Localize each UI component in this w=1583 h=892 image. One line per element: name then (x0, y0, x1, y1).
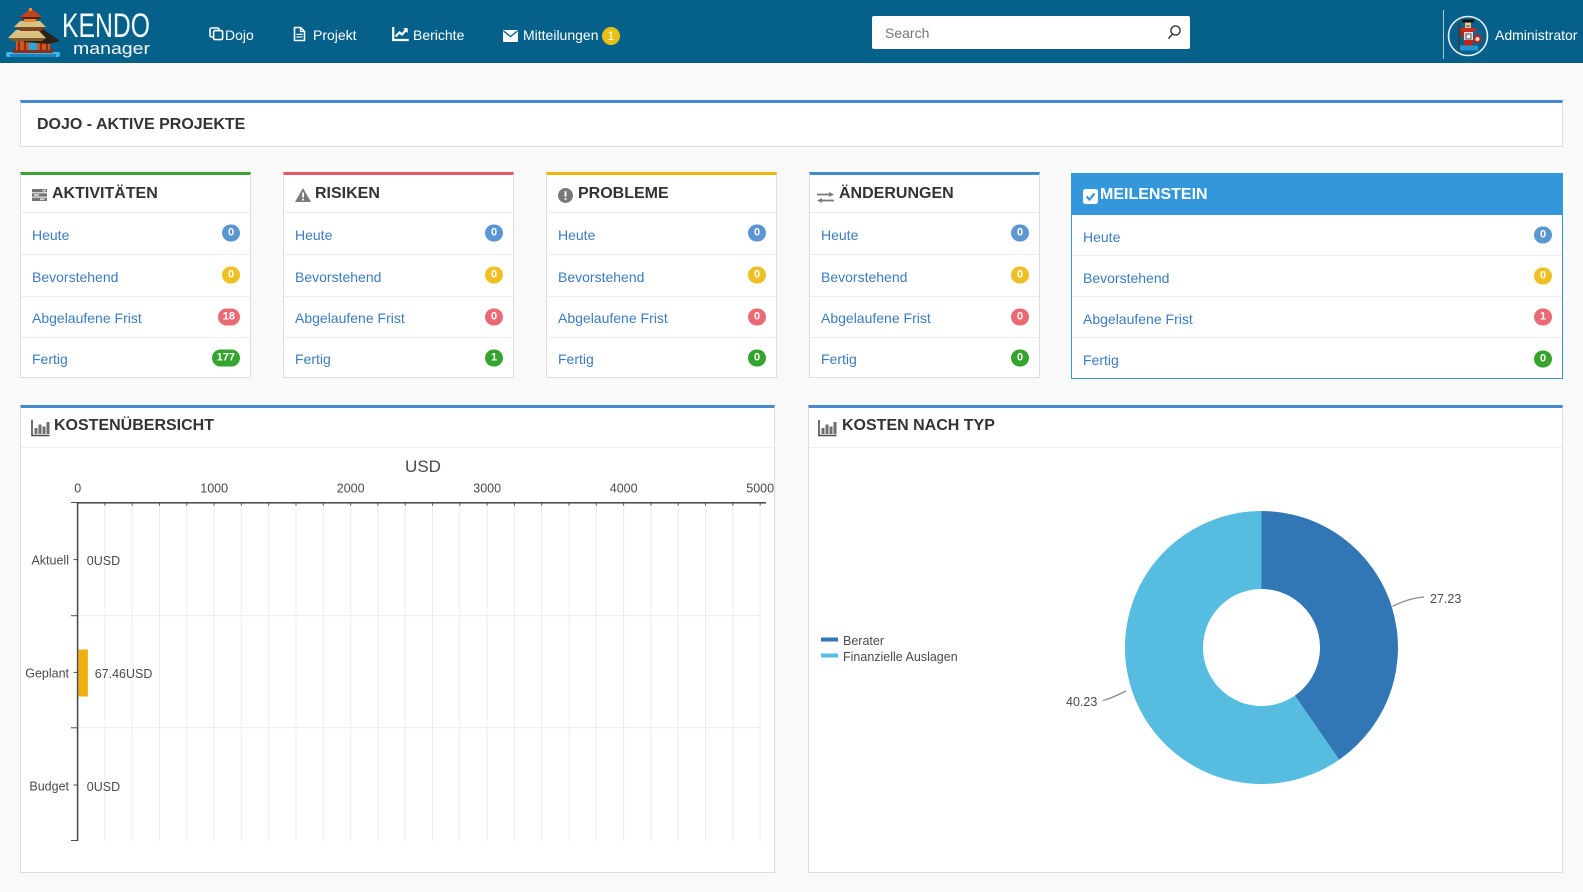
svg-text:67.46USD: 67.46USD (95, 667, 153, 681)
svg-text:4000: 4000 (610, 482, 638, 496)
svg-text:USD: USD (405, 457, 441, 476)
svg-text:27.23: 27.23 (1430, 592, 1461, 606)
svg-text:5000: 5000 (746, 482, 774, 496)
svg-text:40.23: 40.23 (1066, 695, 1097, 709)
svg-text:Geplant: Geplant (25, 667, 69, 681)
svg-text:2000: 2000 (337, 482, 365, 496)
svg-text:manager: manager (73, 39, 150, 58)
svg-text:3000: 3000 (473, 482, 501, 496)
svg-text:Berater: Berater (843, 634, 884, 648)
svg-text:Finanzielle Auslagen: Finanzielle Auslagen (843, 650, 958, 664)
svg-text:1000: 1000 (200, 482, 228, 496)
svg-text:0USD: 0USD (87, 780, 120, 794)
svg-text:Aktuell: Aktuell (31, 554, 69, 568)
svg-text:Budget: Budget (29, 780, 69, 794)
svg-text:0: 0 (74, 482, 81, 496)
svg-text:0USD: 0USD (87, 554, 120, 568)
